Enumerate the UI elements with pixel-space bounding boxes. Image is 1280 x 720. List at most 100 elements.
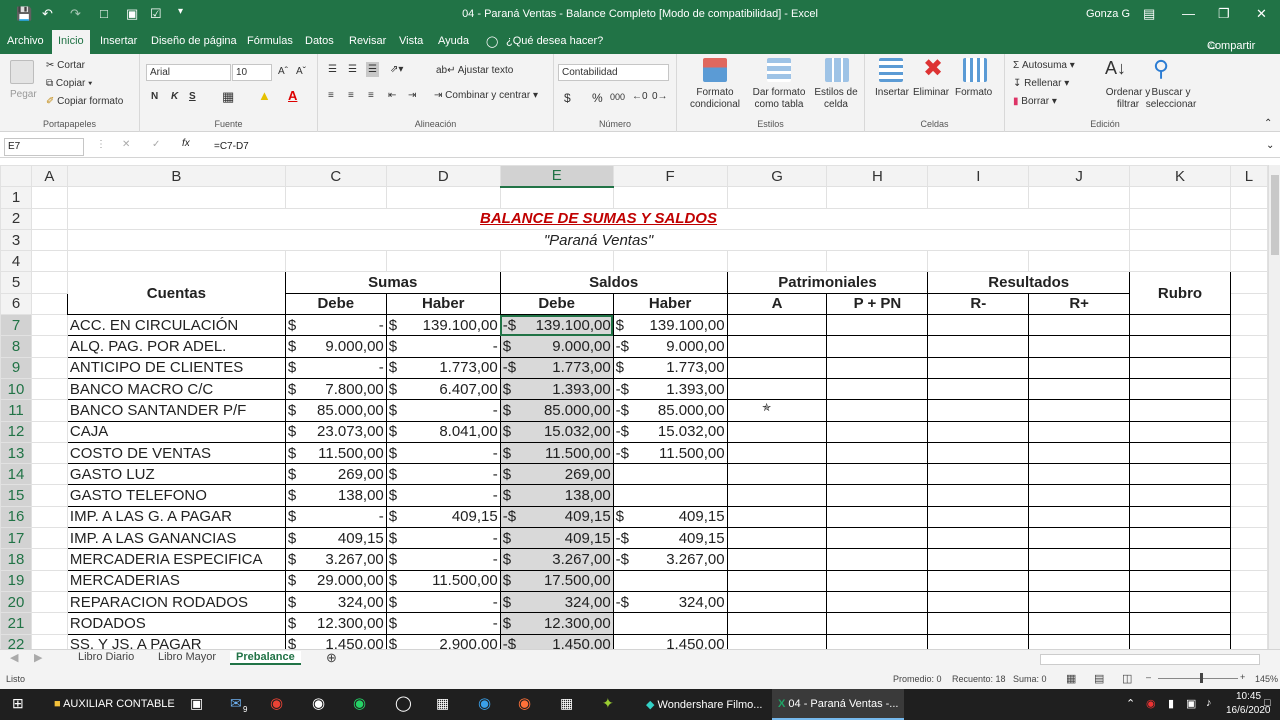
- cell[interactable]: [726, 484, 828, 507]
- row-header[interactable]: 6: [0, 292, 32, 316]
- cell[interactable]: [1129, 399, 1231, 422]
- cell[interactable]: [284, 186, 387, 209]
- tray-chevron-icon[interactable]: ⌃: [1126, 697, 1135, 710]
- account-name-cell[interactable]: MERCADERIA ESPECIFICA: [66, 548, 286, 571]
- column-header-selected[interactable]: E: [499, 165, 614, 188]
- account-name-cell[interactable]: COSTO DE VENTAS: [66, 441, 286, 465]
- cell[interactable]: [826, 186, 929, 209]
- cell[interactable]: [726, 505, 828, 529]
- header-resultados[interactable]: Resultados: [927, 271, 1131, 294]
- amount-cell-e[interactable]: $269,00: [499, 463, 614, 486]
- bold-button[interactable]: N: [151, 91, 158, 102]
- amount-cell-d[interactable]: $11.500,00: [385, 569, 501, 592]
- row-header[interactable]: 3: [0, 228, 32, 252]
- amount-cell-e[interactable]: -$ 1.773,00: [499, 356, 614, 379]
- cell[interactable]: [1229, 228, 1268, 252]
- account-name-cell[interactable]: ACC. EN CIRCULACIÓN: [66, 314, 286, 337]
- cell[interactable]: [927, 633, 1030, 649]
- row-header[interactable]: 20: [0, 590, 32, 614]
- account-name-cell[interactable]: RODADOS: [66, 612, 286, 635]
- cell[interactable]: [1028, 186, 1131, 209]
- cut-button[interactable]: ✂ Cortar: [46, 60, 85, 71]
- cell[interactable]: [1129, 356, 1231, 379]
- currency-button[interactable]: $: [564, 91, 571, 105]
- insert-cells-button[interactable]: Insertar: [875, 87, 909, 98]
- amount-cell-d[interactable]: $8.041,00: [385, 420, 501, 443]
- cell[interactable]: [30, 463, 68, 486]
- sheet-tab-libro-mayor[interactable]: Libro Mayor: [158, 651, 216, 663]
- cell[interactable]: [726, 441, 828, 465]
- font-size-select[interactable]: 10: [232, 64, 272, 81]
- cell[interactable]: [30, 569, 68, 592]
- sheet-subtitle[interactable]: "Paraná Ventas": [66, 228, 1131, 252]
- account-name-cell[interactable]: MERCADERIAS: [66, 569, 286, 592]
- cell[interactable]: [30, 527, 68, 550]
- amount-cell-d[interactable]: $ -: [385, 441, 501, 465]
- cell[interactable]: [1229, 335, 1268, 358]
- cell[interactable]: [30, 420, 68, 443]
- zoom-slider-thumb[interactable]: [1200, 673, 1203, 683]
- cell[interactable]: [1028, 505, 1131, 529]
- account-name-cell[interactable]: GASTO LUZ: [66, 463, 286, 486]
- cell[interactable]: [726, 633, 828, 649]
- row-header[interactable]: 15: [0, 484, 32, 507]
- cell[interactable]: [30, 228, 68, 252]
- amount-cell-d[interactable]: $ -: [385, 484, 501, 507]
- column-header[interactable]: G: [726, 165, 828, 188]
- cell[interactable]: [1229, 548, 1268, 571]
- header-activo[interactable]: A: [726, 292, 828, 316]
- cell[interactable]: [30, 441, 68, 465]
- amount-cell-f[interactable]: -$ 9.000,00: [612, 335, 728, 358]
- amount-cell-c[interactable]: $9.000,00: [284, 335, 387, 358]
- clock-time[interactable]: 10:45: [1236, 691, 1261, 702]
- autosum-button[interactable]: Σ Autosuma ▾: [1013, 60, 1075, 71]
- sort-filter-icon[interactable]: A↓: [1105, 58, 1126, 79]
- firefox-icon[interactable]: ◉: [518, 694, 531, 712]
- fill-color-icon[interactable]: ▲: [258, 88, 271, 103]
- cell[interactable]: [1028, 569, 1131, 592]
- amount-cell-c[interactable]: $23.073,00: [284, 420, 387, 443]
- cell[interactable]: [826, 250, 929, 273]
- cell[interactable]: [1229, 527, 1268, 550]
- windows-start-icon[interactable]: ⊞: [12, 695, 24, 712]
- cell[interactable]: [66, 186, 286, 209]
- cell[interactable]: [30, 505, 68, 529]
- cell[interactable]: [726, 314, 828, 337]
- cell[interactable]: [1129, 569, 1231, 592]
- page-break-icon[interactable]: ◫: [1122, 672, 1132, 685]
- cell[interactable]: [1229, 633, 1268, 649]
- align-center-icon[interactable]: ≡: [348, 90, 354, 101]
- header-r-minus[interactable]: R-: [927, 292, 1030, 316]
- decrease-decimal-icon[interactable]: 0→: [652, 91, 668, 102]
- amount-cell-f[interactable]: [612, 484, 728, 507]
- cell[interactable]: [726, 569, 828, 592]
- cell[interactable]: [1229, 612, 1268, 635]
- add-sheet-icon[interactable]: ⊕: [326, 650, 337, 666]
- row-header[interactable]: 19: [0, 569, 32, 592]
- cell[interactable]: [927, 399, 1030, 422]
- calculator-icon[interactable]: ▦: [560, 695, 573, 712]
- notifications-icon[interactable]: □: [1264, 697, 1271, 709]
- header-saldos-haber[interactable]: Haber: [612, 292, 728, 316]
- row-header[interactable]: 1: [0, 186, 32, 209]
- column-header[interactable]: H: [826, 165, 929, 188]
- tell-me-search[interactable]: ¿Qué desea hacer?: [506, 35, 603, 47]
- normal-view-icon[interactable]: ▦: [1066, 672, 1076, 685]
- cell[interactable]: [30, 271, 68, 294]
- cell[interactable]: [1028, 335, 1131, 358]
- column-header[interactable]: C: [284, 165, 387, 188]
- cell[interactable]: [1229, 186, 1268, 209]
- row-header[interactable]: 5: [0, 271, 32, 294]
- page-layout-icon[interactable]: ▤: [1094, 672, 1104, 685]
- row-header[interactable]: 9: [0, 356, 32, 379]
- taskbar-excel-app[interactable]: X 04 - Paraná Ventas -...: [772, 689, 905, 720]
- italic-button[interactable]: K: [171, 91, 178, 102]
- row-header[interactable]: 18: [0, 548, 32, 571]
- cell[interactable]: [826, 569, 929, 592]
- cell[interactable]: [927, 441, 1030, 465]
- amount-cell-c[interactable]: $29.000,00: [284, 569, 387, 592]
- amount-cell-c[interactable]: $ -: [284, 505, 387, 529]
- cell[interactable]: [30, 335, 68, 358]
- header-sumas-debe[interactable]: Debe: [284, 292, 387, 316]
- conditional-format-icon[interactable]: [703, 58, 727, 82]
